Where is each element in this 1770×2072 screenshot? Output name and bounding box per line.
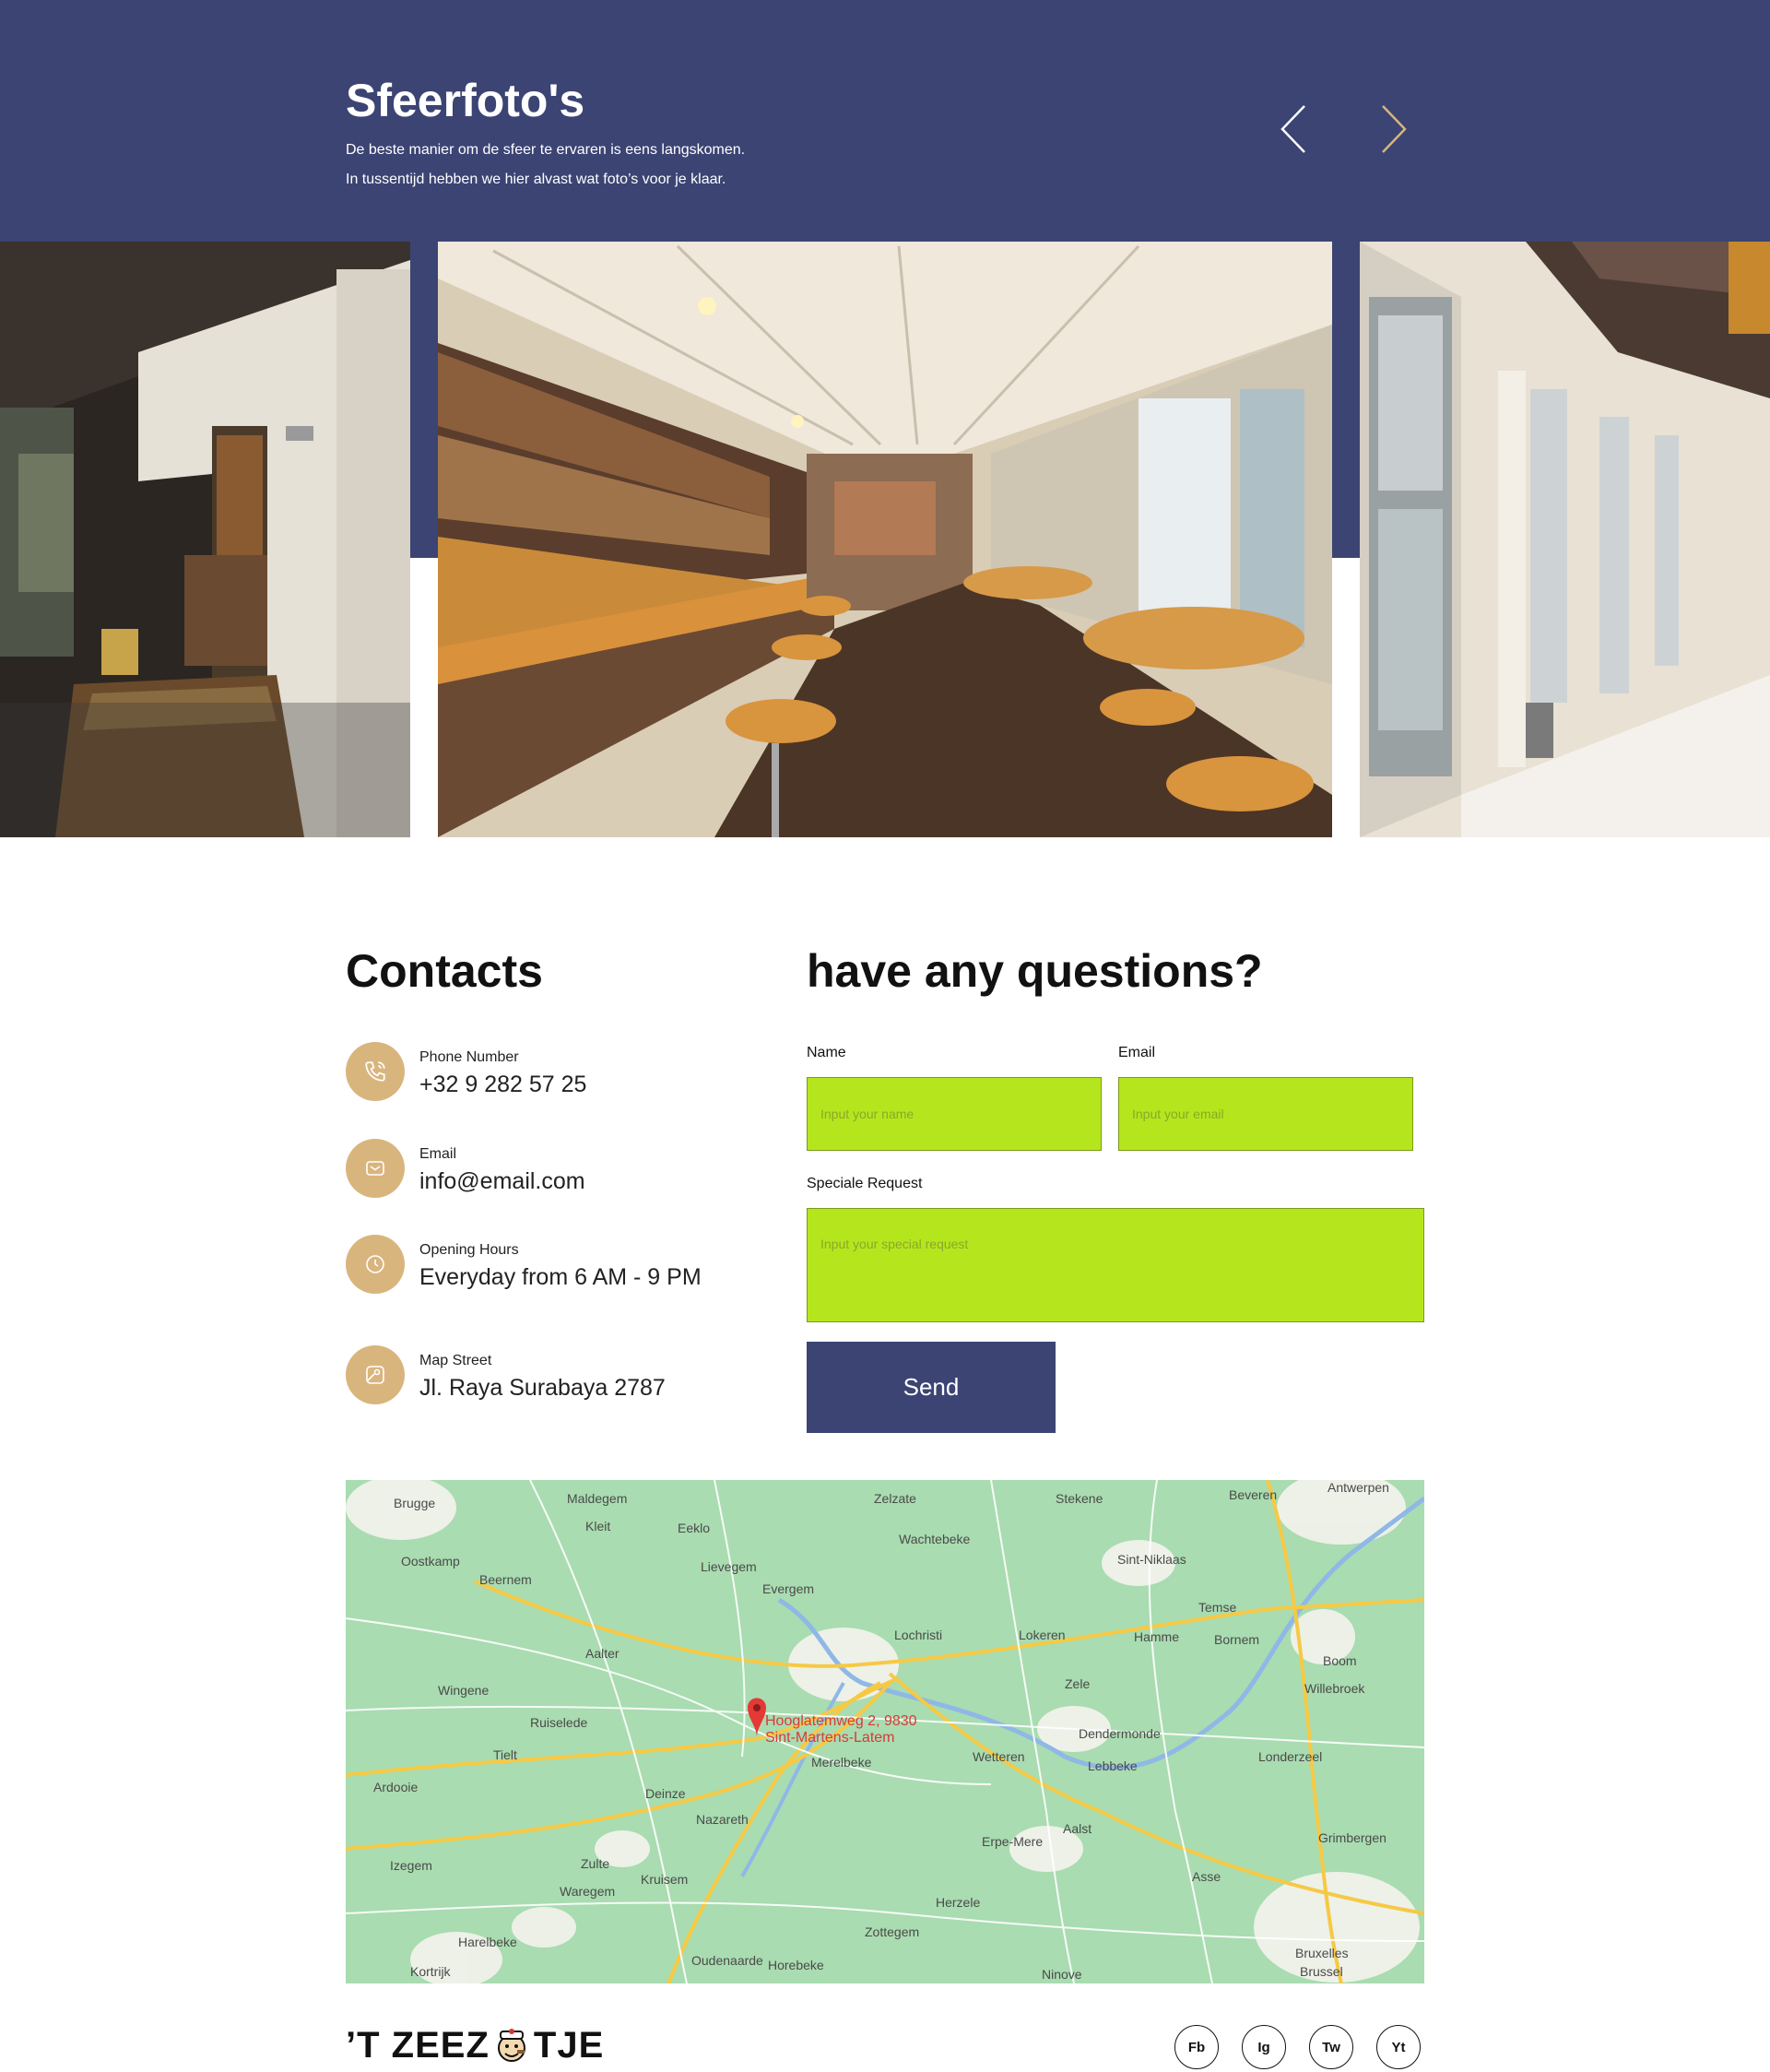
mail-icon [346,1139,405,1198]
map-place: Oudenaarde [691,1953,763,1968]
gallery-photo-left[interactable] [0,242,410,837]
map-place: Asse [1192,1869,1221,1884]
map-place: Brussel [1300,1964,1343,1979]
contact-hours: Opening Hours Everyday from 6 AM - 9 PM [346,1235,770,1299]
map-place: Zulte [581,1856,610,1871]
gallery-subtitle-line1: De beste manier om de sfeer te ervaren i… [346,142,746,158]
map-place: Evergem [762,1581,815,1596]
carousel-prev-button[interactable] [1277,101,1314,157]
address-label: Map Street [419,1353,492,1368]
gallery-title: Sfeerfoto's [346,75,585,126]
map-place: Horebeke [768,1958,824,1972]
location-map[interactable]: Hooglatemweg 2, 9830 Sint-Martens-Latem … [346,1480,1424,1983]
map-place: Wachtebeke [899,1532,971,1546]
map-place: Wingene [438,1683,490,1698]
map-place: Brugge [394,1496,436,1510]
contacts-title: Contacts [346,945,543,997]
map-place: Temse [1198,1600,1237,1615]
map-place: Aalter [585,1646,620,1661]
map-place: Beveren [1229,1487,1278,1502]
address-value[interactable]: Jl. Raya Surabaya 2787 [419,1375,666,1402]
chevron-right-icon [1382,105,1407,153]
map-place: Beernem [479,1572,532,1587]
map-place: Ruiselede [530,1715,588,1730]
map-place: Kruisem [641,1872,689,1887]
email-value[interactable]: info@email.com [419,1168,585,1195]
map-place: Zelzate [874,1491,916,1506]
map-place: Izegem [390,1858,432,1873]
instagram-link[interactable]: Ig [1242,2025,1286,2069]
map-place: Boom [1323,1653,1357,1668]
gallery-subtitle-line2: In tussentijd hebben we hier alvast wat … [346,172,726,187]
map-place: Willebroek [1304,1681,1365,1696]
gallery-photo-center[interactable] [438,242,1332,837]
map-place: Sint-Niklaas [1117,1552,1186,1567]
map-place: Nazareth [696,1812,749,1827]
map-place: Dendermonde [1079,1726,1161,1741]
phone-value[interactable]: +32 9 282 57 25 [419,1072,586,1098]
map-place: Zottegem [865,1924,920,1939]
gallery-photo-right[interactable] [1360,242,1770,837]
map-pin-address: Hooglatemweg 2, 9830 Sint-Martens-Latem [765,1713,917,1746]
gallery-header [0,0,1770,242]
clock-icon [346,1235,405,1294]
map-place: Kortrijk [410,1964,451,1979]
carousel-next-button[interactable] [1374,101,1410,157]
name-input[interactable] [807,1077,1102,1151]
map-place: Oostkamp [401,1554,460,1569]
map-place: Tielt [493,1747,517,1762]
map-place: Lebbeke [1088,1758,1138,1773]
map-place: Grimbergen [1318,1830,1386,1845]
logo-text-right: TJE [533,2025,605,2066]
map-place: Eeklo [678,1521,711,1535]
contact-phone[interactable]: Phone Number +32 9 282 57 25 [346,1042,770,1107]
name-label: Name [807,1045,846,1060]
send-button[interactable]: Send [807,1342,1056,1433]
youtube-link[interactable]: Yt [1376,2025,1421,2069]
map-place: Waregem [560,1884,616,1899]
contact-email[interactable]: Email info@email.com [346,1139,770,1203]
map-place: Bruxelles [1295,1946,1349,1960]
map-place: Maldegem [567,1491,628,1506]
map-place: Zele [1065,1676,1091,1691]
map-place: Ninove [1042,1967,1082,1982]
map-place: Londerzeel [1258,1749,1323,1764]
twitter-link[interactable]: Tw [1309,2025,1353,2069]
map-place: Kleit [585,1519,611,1533]
map-place: Wetteren [973,1749,1025,1764]
email-input[interactable] [1118,1077,1413,1151]
email-field-label: Email [1118,1045,1156,1060]
contact-address[interactable]: Map Street Jl. Raya Surabaya 2787 [346,1345,770,1410]
map-place: Ardooie [373,1780,419,1794]
phone-icon [346,1042,405,1101]
hours-label: Opening Hours [419,1242,519,1258]
map-place: Harelbeke [458,1935,517,1949]
map-pin-line1: Hooglatemweg 2, 9830 [765,1713,917,1729]
map-place: Antwerpen [1328,1480,1389,1495]
form-title: have any questions? [807,945,1263,997]
map-place: Lokeren [1019,1628,1066,1642]
map-pin-line2: Sint-Martens-Latem [765,1730,895,1746]
phone-label: Phone Number [419,1049,519,1065]
map-place: Stekene [1056,1491,1103,1506]
email-label: Email [419,1146,457,1162]
map-place: Aalst [1063,1821,1092,1836]
map-place: Deinze [645,1786,686,1801]
logo-text-left: ’T ZEEZ [346,2025,490,2066]
map-place: Merelbeke [811,1755,872,1770]
map-place: Hamme [1134,1629,1180,1644]
map-place: Lievegem [701,1559,757,1574]
brand-logo[interactable]: ’T ZEEZ TJE [346,2025,604,2066]
request-label: Speciale Request [807,1176,923,1191]
request-textarea[interactable] [807,1208,1424,1322]
hours-value: Everyday from 6 AM - 9 PM [419,1264,702,1290]
sailor-mascot-icon [497,2028,525,2062]
facebook-link[interactable]: Fb [1174,2025,1219,2069]
map-place: Herzele [936,1895,981,1910]
map-place: Erpe-Mere [982,1834,1044,1849]
chevron-left-icon [1280,105,1305,153]
map-place: Lochristi [894,1628,943,1642]
map-place: Bornem [1214,1632,1260,1647]
map-icon [346,1345,405,1404]
